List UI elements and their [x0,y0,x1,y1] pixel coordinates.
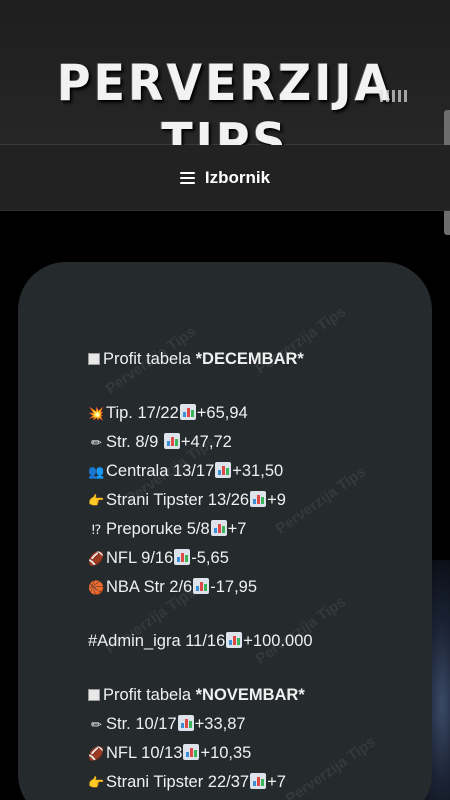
football-icon: 🏈 [88,746,105,761]
bar-chart-icon [250,773,267,789]
bar-chart-icon [183,744,200,760]
bar-chart-icon [226,632,243,648]
bar-chart-icon [163,433,180,449]
profit-row: 🏀NBA Str 2/6 -17,95 [88,573,418,602]
profit-row: ✏ Str. 8/9 +47,72 [88,428,418,457]
bar-chart-icon [215,462,232,478]
bar-chart-icon [179,404,196,420]
row-label: Str. 10/17 [106,715,177,733]
site-header: PERVERZIJA TIPS [0,0,450,170]
bar-chart-icon [250,491,267,507]
football-icon: 🏈 [88,551,105,566]
row-result: +7 [267,773,286,791]
row-label: Centrala 13/17 [106,462,215,480]
basketball-icon: 🏀 [88,580,105,595]
row-result: -17,95 [210,578,258,596]
november-title: Profit tabela *NOVEMBAR* [88,681,418,710]
bar-chart-icon [210,520,227,536]
bar-chart-icon [193,578,210,594]
row-result: +33,87 [194,715,246,733]
pointing-hand-icon: 👉 [88,775,105,790]
profit-row: 🏈NFL 10/13 +10,35 [88,739,418,768]
post-content: Profit tabela *DECEMBAR* 💥Tip. 17/22 +65,… [88,345,418,797]
row-result: +47,72 [180,433,232,451]
main-nav[interactable]: Izbornik [0,145,450,211]
row-label: NFL 9/16 [106,549,174,567]
exclamation-question-icon: ⁉ [91,522,102,537]
profit-row: 👉Strani Tipster 22/37 +7 [88,768,418,797]
pointing-hand-icon: 👉 [88,493,105,508]
white-square-icon [88,353,100,365]
row-result: -5,65 [191,549,229,567]
row-label: NBA Str 2/6 [106,578,193,596]
profit-row: 👥Centrala 13/17 +31,50 [88,457,418,486]
row-result: +9 [267,491,286,509]
row-label: Strani Tipster 13/26 [106,491,250,509]
profit-row: 🏈NFL 9/16 -5,65 [88,544,418,573]
row-label: NFL 10/13 [106,744,183,762]
profit-row: 👉Strani Tipster 13/26 +9 [88,486,418,515]
row-result: +7 [227,520,247,538]
admin-row: #Admin_igra 11/16 +100.000 [88,632,313,650]
people-icon: 👥 [88,464,105,479]
row-label: Preporuke 5/8 [106,520,210,538]
menu-label[interactable]: Izbornik [205,168,270,188]
row-label: Tip. 17/22 [106,404,179,422]
december-title: Profit tabela *DECEMBAR* [88,345,418,374]
bar-chart-icon [177,715,194,731]
pencil-icon: ✏ [91,435,102,450]
row-result: +10,35 [200,744,252,762]
bar-chart-icon [174,549,191,565]
profit-row: ✏ Str. 10/17 +33,87 [88,710,418,739]
profit-row: ⁉ Preporuke 5/8 +7 [88,515,418,544]
white-square-icon [88,689,100,701]
logo-grunge-decoration [380,90,410,102]
row-label: Str. 8/9 [106,433,163,451]
pencil-icon: ✏ [91,717,102,732]
row-result: +65,94 [196,404,248,422]
row-result: +31,50 [232,462,284,480]
hamburger-menu-icon[interactable] [179,171,195,184]
profit-row: 💥Tip. 17/22 +65,94 [88,399,418,428]
collision-icon: 💥 [88,406,105,421]
row-label: Strani Tipster 22/37 [106,773,250,791]
